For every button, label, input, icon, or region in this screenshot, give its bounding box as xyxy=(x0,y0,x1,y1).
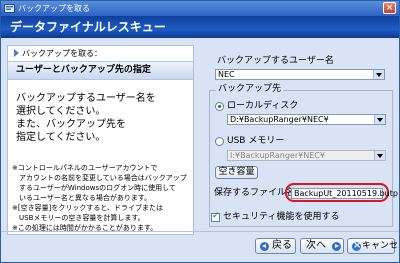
title-bar: バックアップを取る × xyxy=(1,1,399,16)
user-select-value: NEC xyxy=(218,70,235,79)
chevron-down-icon[interactable] xyxy=(374,115,385,124)
user-select[interactable]: NEC xyxy=(215,69,385,80)
panel-subheading: ユーザーとバックアップ先の指定 xyxy=(16,65,151,75)
next-button[interactable]: 次へ xyxy=(300,238,344,254)
instruction-panel: バックアップを取る： ユーザーとバックアップ先の指定 バックアップするユーザー名… xyxy=(7,45,194,235)
note-line: いるユーザー名と異なる場合があります。 xyxy=(12,194,152,202)
next-button-label: 次へ xyxy=(306,240,326,251)
note-line: USBメモリーの空き容量を計算します。 xyxy=(12,214,145,222)
note-line: ※[空き容量]をクリックすると、ドライブまたは xyxy=(12,204,164,212)
window-title: バックアップを取る xyxy=(18,4,90,13)
back-button-label: 戻る xyxy=(272,240,292,251)
close-button[interactable]: × xyxy=(383,2,396,14)
free-space-button[interactable]: 空き容量 xyxy=(215,166,258,179)
filename-value: BackupUt_20110519.butp xyxy=(294,189,398,198)
notes-text: ※コントロールパネルのユーザーアカウントで アカウントの名前を変更している場合は… xyxy=(12,163,192,233)
cancel-button[interactable]: キャンセル xyxy=(347,238,399,254)
usb-path-select[interactable]: I:¥BackupRanger¥NEC¥ xyxy=(227,150,386,161)
instruction-line: バックアップするユーザー名を xyxy=(16,93,156,104)
footer-divider xyxy=(1,231,399,232)
local-disk-path: D:¥BackupRanger¥NEC¥ xyxy=(230,115,329,124)
close-icon xyxy=(352,239,361,253)
back-arrow-icon xyxy=(260,242,269,251)
local-disk-radio[interactable] xyxy=(215,102,224,111)
note-line: アカウントの名前を変更している場合はバックアップ xyxy=(12,174,187,182)
back-button[interactable]: 戻る xyxy=(255,238,296,254)
user-select-label: バックアップするユーザー名 xyxy=(217,56,334,66)
panel-heading-row: バックアップを取る： xyxy=(8,46,193,61)
instruction-line: また、バックアップ先を xyxy=(16,119,126,130)
note-line: ※コントロールパネルのユーザーアカウントで xyxy=(12,164,158,172)
instruction-line: 指定してください。 xyxy=(16,132,106,143)
filename-input[interactable]: BackupUt_20110519.butp xyxy=(291,188,398,199)
security-checkbox[interactable] xyxy=(211,211,220,222)
instruction-line: 選択してください。 xyxy=(16,106,106,117)
app-icon xyxy=(4,3,15,14)
local-disk-label: ローカルディスク xyxy=(227,101,299,111)
security-checkbox-label: セキュリティ機能を使用する xyxy=(223,212,340,222)
usb-label: USB メモリー xyxy=(227,136,285,146)
usb-path: I:¥BackupRanger¥NEC¥ xyxy=(230,151,325,160)
next-arrow-icon xyxy=(332,242,341,251)
header-banner: データファイナルレスキュー xyxy=(1,16,399,38)
chevron-down-icon[interactable] xyxy=(373,70,384,79)
banner-title: データファイナルレスキュー xyxy=(10,20,166,34)
usb-radio[interactable] xyxy=(215,137,224,146)
local-disk-path-select[interactable]: D:¥BackupRanger¥NEC¥ xyxy=(227,114,386,125)
note-line: するユーザーがWindowsのログオン時に使用して xyxy=(12,184,176,192)
chevron-down-icon[interactable] xyxy=(374,151,385,160)
panel-subheading-row: ユーザーとバックアップ先の指定 xyxy=(8,61,193,80)
filename-highlight: BackupUt_20110519.butp xyxy=(285,183,398,202)
destination-group-label: バックアップ先 xyxy=(216,84,284,95)
panel-heading: バックアップを取る： xyxy=(22,49,102,58)
instructions-text: バックアップするユーザー名を 選択してください。 また、バックアップ先を 指定し… xyxy=(16,92,188,144)
cancel-button-label: キャンセル xyxy=(362,241,399,251)
wizard-window: バックアップを取る × データファイナルレスキュー バックアップを取る： ユーザ… xyxy=(0,0,400,263)
triangle-arrow-icon xyxy=(14,49,19,57)
